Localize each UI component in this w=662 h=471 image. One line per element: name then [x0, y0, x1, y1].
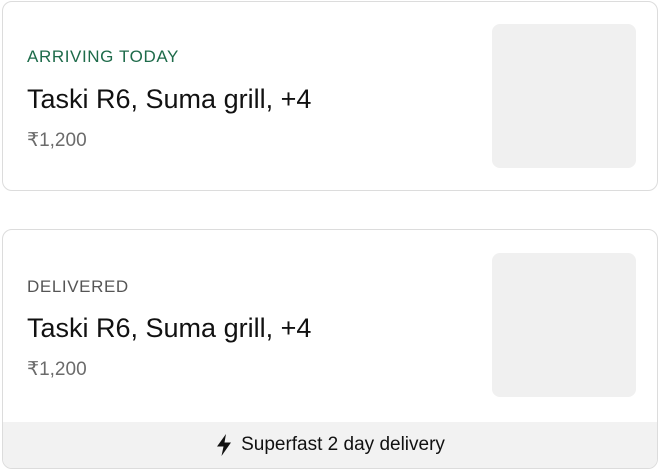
- product-thumbnail: [492, 253, 636, 397]
- order-title: Taski R6, Suma grill, +4: [27, 84, 312, 114]
- order-price: ₹1,200: [27, 130, 87, 151]
- order-status: DELIVERED: [27, 277, 129, 296]
- order-status: ARRIVING TODAY: [27, 47, 179, 66]
- order-price: ₹1,200: [27, 359, 87, 380]
- order-card-delivered[interactable]: DELIVERED Taski R6, Suma grill, +4 ₹1,20…: [2, 229, 658, 469]
- order-title: Taski R6, Suma grill, +4: [27, 313, 312, 343]
- product-thumbnail: [492, 24, 636, 168]
- order-card-arriving[interactable]: ARRIVING TODAY Taski R6, Suma grill, +4 …: [2, 1, 658, 191]
- delivery-banner-text: Superfast 2 day delivery: [241, 434, 445, 455]
- delivery-banner: Superfast 2 day delivery: [3, 422, 657, 468]
- lightning-bolt-icon: [215, 434, 233, 456]
